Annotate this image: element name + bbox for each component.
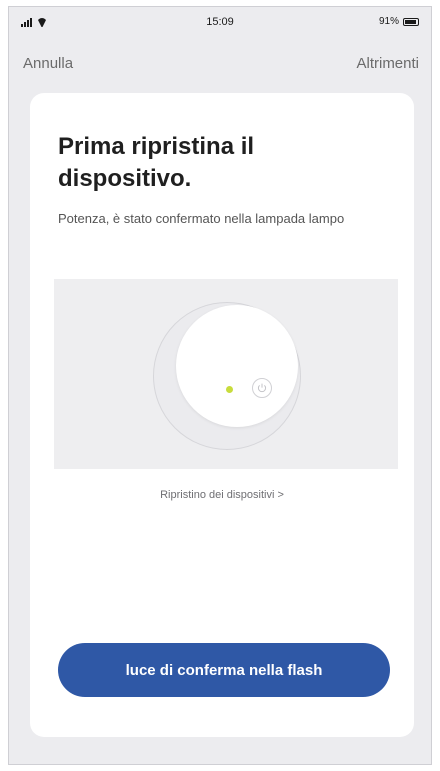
page-title: Prima ripristina il dispositivo. bbox=[58, 133, 255, 192]
status-time: 15:09 bbox=[206, 16, 234, 28]
instruction-text: Potenza, è stato confermato nella lampad… bbox=[58, 211, 345, 226]
nav-bar: Annulla Altrimenti bbox=[9, 55, 431, 79]
battery-icon bbox=[403, 17, 419, 26]
confirm-light-button[interactable]: luce di conferma nella flash bbox=[58, 643, 390, 697]
device-face bbox=[176, 305, 298, 427]
reset-instructions-card: Prima ripristina il dispositivo. Potenza… bbox=[30, 93, 414, 737]
battery-percentage: 91% bbox=[378, 16, 399, 27]
status-right: 91% bbox=[379, 16, 419, 27]
cancel-button[interactable]: Annulla bbox=[23, 55, 73, 72]
device-illustration bbox=[54, 279, 398, 469]
battery-fill bbox=[405, 19, 416, 24]
power-icon bbox=[252, 378, 272, 398]
phone-screen: 15:09 91% Annulla Altrimenti Prima ripri… bbox=[8, 6, 432, 765]
status-bar: 15:09 91% bbox=[9, 7, 431, 37]
device-ring bbox=[153, 302, 301, 450]
power-symbol-icon bbox=[257, 383, 267, 393]
indicator-light-icon bbox=[226, 386, 233, 393]
device-reset-link[interactable]: Ripristino dei dispositivi > bbox=[30, 489, 414, 501]
alternative-button[interactable]: Altrimenti bbox=[356, 55, 419, 72]
